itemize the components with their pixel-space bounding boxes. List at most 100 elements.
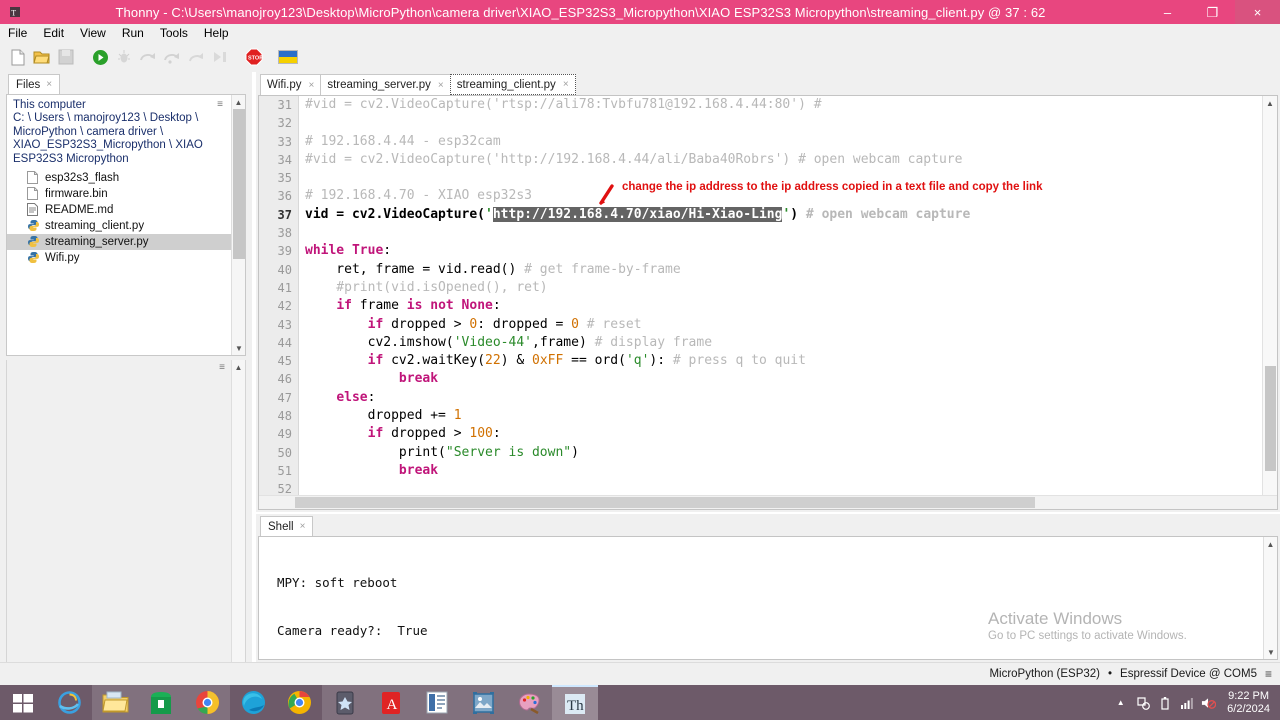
code-token: dropped > — [383, 316, 470, 332]
code-line[interactable]: break — [305, 370, 1261, 388]
close-icon[interactable]: × — [309, 80, 315, 91]
minimize-button[interactable]: – — [1145, 0, 1190, 24]
list-item[interactable]: firmware.bin — [7, 186, 245, 202]
clock[interactable]: 9:22 PM 6/2/2024 — [1223, 690, 1270, 716]
status-device[interactable]: Espressif Device @ COM5 — [1120, 668, 1257, 680]
internet-explorer-icon[interactable] — [46, 685, 92, 720]
menu-file[interactable]: File — [0, 24, 35, 42]
tab-shell-label: Shell — [268, 520, 294, 533]
microsoft-store-icon[interactable] — [138, 685, 184, 720]
code-line[interactable]: break — [305, 462, 1261, 480]
scroll-up-icon[interactable]: ▲ — [232, 95, 245, 109]
scrollbar-thumb[interactable] — [295, 497, 1035, 508]
scroll-down-icon[interactable]: ▼ — [1264, 645, 1277, 659]
code-line[interactable]: #print(vid.isOpened(), ret) — [305, 279, 1261, 297]
code-line[interactable]: #vid = cv2.VideoCapture('http://192.168.… — [305, 151, 1261, 169]
close-icon[interactable]: × — [563, 79, 569, 90]
taskbar: A Th ▲ 9:22 PM 6/2/2024 — [0, 685, 1280, 720]
file-name: streaming_client.py — [45, 220, 145, 233]
menu-run[interactable]: Run — [114, 24, 152, 42]
code-line[interactable]: cv2.imshow('Video-44',frame) # display f… — [305, 334, 1261, 352]
code-text[interactable]: #vid = cv2.VideoCapture('rtsp://ali78:Tv… — [300, 96, 1261, 509]
office-app-icon[interactable] — [414, 685, 460, 720]
open-file-icon[interactable] — [30, 45, 54, 69]
google-chrome-icon[interactable] — [184, 685, 230, 720]
list-item[interactable]: esp32s3_flash — [7, 170, 245, 186]
code-line[interactable]: # 192.168.4.44 - esp32cam — [305, 133, 1261, 151]
scrollbar-thumb[interactable] — [1265, 366, 1276, 471]
list-item[interactable]: streaming_client.py — [7, 218, 245, 234]
close-icon[interactable]: × — [438, 80, 444, 91]
list-item[interactable]: README.md — [7, 202, 245, 218]
ukraine-flag-icon[interactable] — [276, 45, 300, 69]
scroll-down-icon[interactable]: ▼ — [232, 341, 245, 355]
python-file-icon — [27, 219, 40, 233]
hamburger-icon[interactable]: ≡ — [217, 99, 223, 110]
file-name: esp32s3_flash — [45, 172, 120, 185]
menu-edit[interactable]: Edit — [35, 24, 72, 42]
files-scrollbar[interactable]: ▲ ▼ — [231, 95, 245, 355]
status-interpreter[interactable]: MicroPython (ESP32) — [989, 668, 1100, 680]
paint-app-icon[interactable] — [506, 685, 552, 720]
code-line[interactable]: ret, frame = vid.read() # get frame-by-f… — [305, 261, 1261, 279]
scrollbar-thumb[interactable] — [233, 109, 245, 259]
code-line[interactable]: if dropped > 0: dropped = 0 # reset — [305, 316, 1261, 334]
code-line[interactable]: while True: — [305, 242, 1261, 260]
battery-icon[interactable] — [1157, 695, 1172, 710]
stop-icon[interactable]: STOP — [242, 45, 266, 69]
show-hidden-icons[interactable]: ▲ — [1113, 695, 1128, 710]
windows-start-icon[interactable] — [0, 685, 46, 720]
menu-help[interactable]: Help — [196, 24, 237, 42]
code-token: if — [367, 426, 384, 442]
scroll-up-icon[interactable]: ▲ — [232, 360, 245, 374]
code-line[interactable] — [305, 114, 1261, 132]
code-line[interactable]: else: — [305, 389, 1261, 407]
hamburger-icon[interactable]: ≡ — [1265, 667, 1272, 681]
microsoft-edge-icon[interactable] — [230, 685, 276, 720]
network-icon[interactable] — [1179, 695, 1194, 710]
tab-files[interactable]: Files × — [8, 74, 61, 94]
photos-app-icon[interactable] — [460, 685, 506, 720]
toolbar: STOP — [0, 42, 1280, 72]
tab-streaming-client-py[interactable]: streaming_client.py × — [449, 74, 576, 95]
action-center-icon[interactable] — [1135, 695, 1150, 710]
files-tree[interactable]: ≡ This computer C: \ Users \ manojroy123… — [6, 94, 246, 356]
thonny-app-icon[interactable]: Th — [552, 685, 598, 720]
close-button[interactable]: × — [1235, 0, 1280, 24]
code-line[interactable]: #vid = cv2.VideoCapture('rtsp://ali78:Tv… — [305, 96, 1261, 114]
code-editor[interactable]: 31 32 33 34 35 36 37 38 39 40 41 42 43 44 45 46 47 48 49 50… — [258, 95, 1278, 510]
chrome-canary-icon[interactable] — [276, 685, 322, 720]
run-icon[interactable] — [88, 45, 112, 69]
hamburger-icon[interactable]: ≡ — [219, 362, 225, 373]
code-line[interactable]: dropped += 1 — [305, 407, 1261, 425]
editor-scrollbar-horizontal[interactable] — [259, 495, 1277, 509]
code-line[interactable]: vid = cv2.VideoCapture('http://192.168.4… — [305, 206, 1261, 224]
code-line[interactable]: if cv2.waitKey(22) & 0xFF == ord('q'): #… — [305, 352, 1261, 370]
tab-streaming-server-py[interactable]: streaming_server.py × — [320, 74, 451, 95]
snipping-tool-icon[interactable] — [322, 685, 368, 720]
file-explorer-icon[interactable] — [92, 685, 138, 720]
close-icon[interactable]: × — [46, 79, 52, 90]
tab-shell[interactable]: Shell × — [260, 516, 314, 536]
tab-label: streaming_client.py — [456, 78, 556, 91]
scroll-up-icon[interactable]: ▲ — [1263, 96, 1277, 110]
menu-view[interactable]: View — [72, 24, 114, 42]
scroll-up-icon[interactable]: ▲ — [1264, 537, 1277, 551]
code-line[interactable]: print("Server is down") — [305, 444, 1261, 462]
code-token: 0xFF — [532, 353, 564, 369]
close-icon[interactable]: × — [300, 521, 306, 532]
list-item[interactable]: streaming_server.py — [7, 234, 245, 251]
tab-wifi-py[interactable]: Wifi.py × — [260, 74, 322, 95]
maximize-button[interactable]: ❐ — [1190, 0, 1235, 24]
menu-tools[interactable]: Tools — [152, 24, 196, 42]
code-line[interactable]: if dropped > 100: — [305, 425, 1261, 443]
volume-muted-icon[interactable] — [1201, 695, 1217, 710]
new-file-icon[interactable] — [6, 45, 30, 69]
shell-scrollbar[interactable]: ▲ ▼ — [1263, 537, 1277, 659]
list-item[interactable]: Wifi.py — [7, 250, 245, 266]
code-line[interactable] — [305, 224, 1261, 242]
code-line[interactable]: if frame is not None: — [305, 297, 1261, 315]
adobe-acrobat-icon[interactable]: A — [368, 685, 414, 720]
editor-scrollbar-vertical[interactable]: ▲ ▼ — [1262, 96, 1277, 509]
